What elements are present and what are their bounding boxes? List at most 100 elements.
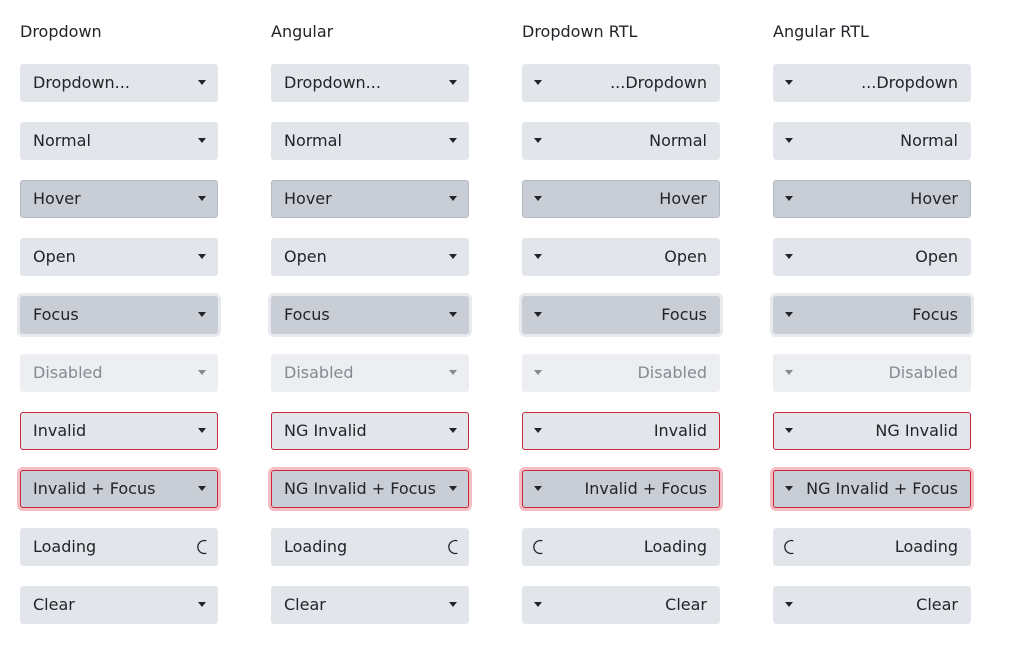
dropdown-normal[interactable]: Loading: [20, 528, 218, 566]
dropdown-label: Invalid + Focus: [584, 479, 707, 498]
dropdown-normal[interactable]: ...Dropdown: [522, 64, 720, 102]
dropdown-normal[interactable]: Clear: [20, 586, 218, 624]
dropdown-normal[interactable]: Open: [271, 238, 469, 276]
dropdown-focus[interactable]: Focus: [20, 296, 218, 334]
dropdown-label: Hover: [659, 189, 707, 208]
dropdown-label: Disabled: [284, 363, 354, 382]
dropdown-label: Normal: [33, 131, 91, 150]
dropdown-label: Focus: [33, 305, 79, 324]
dropdown-hover[interactable]: Hover: [522, 180, 720, 218]
dropdown-disabled: Disabled: [20, 354, 218, 392]
dropdown-normal[interactable]: Open: [20, 238, 218, 276]
dropdown-normal[interactable]: Open: [522, 238, 720, 276]
dropdown-label: NG Invalid: [284, 421, 367, 440]
dropdown-label: Disabled: [33, 363, 103, 382]
caret-down-icon: [782, 297, 796, 333]
caret-down-icon: [446, 297, 460, 333]
dropdown-normal[interactable]: Loading: [271, 528, 469, 566]
spinner-icon: [446, 529, 460, 565]
dropdown-focus[interactable]: Focus: [773, 296, 971, 334]
dropdown-label: Normal: [649, 131, 707, 150]
caret-down-icon: [782, 123, 796, 159]
dropdown-label: Hover: [910, 189, 958, 208]
dropdown-label: ...Dropdown: [610, 73, 707, 92]
dropdown-focus[interactable]: Focus: [271, 296, 469, 334]
caret-down-icon: [531, 297, 545, 333]
dropdown-label: Loading: [284, 537, 348, 556]
column-title: Angular: [271, 22, 334, 41]
dropdown-invalid[interactable]: Invalid: [522, 412, 720, 450]
dropdown-invalid-focus[interactable]: NG Invalid + Focus: [271, 470, 469, 508]
dropdown-label: NG Invalid + Focus: [806, 479, 958, 498]
dropdown-normal[interactable]: Loading: [773, 528, 971, 566]
dropdown-disabled: Disabled: [773, 354, 971, 392]
caret-down-icon: [782, 413, 796, 449]
dropdown-normal[interactable]: Clear: [271, 586, 469, 624]
dropdown-normal[interactable]: Open: [773, 238, 971, 276]
dropdown-normal[interactable]: Normal: [522, 122, 720, 160]
caret-down-icon: [446, 587, 460, 623]
dropdown-invalid[interactable]: Invalid: [20, 412, 218, 450]
dropdown-label: Clear: [284, 595, 326, 614]
caret-down-icon: [531, 471, 545, 507]
dropdown-normal[interactable]: Clear: [773, 586, 971, 624]
caret-down-icon: [782, 587, 796, 623]
dropdown-normal[interactable]: ...Dropdown: [773, 64, 971, 102]
dropdown-label: Hover: [33, 189, 81, 208]
dropdown-label: Loading: [894, 537, 958, 556]
caret-down-icon: [195, 123, 209, 159]
dropdown-invalid[interactable]: NG Invalid: [773, 412, 971, 450]
dropdown-normal[interactable]: Normal: [271, 122, 469, 160]
dropdown-invalid-focus[interactable]: Invalid + Focus: [20, 470, 218, 508]
dropdown-label: Hover: [284, 189, 332, 208]
spinner-icon: [195, 529, 209, 565]
caret-down-icon: [195, 65, 209, 101]
dropdown-invalid[interactable]: NG Invalid: [271, 412, 469, 450]
dropdown-hover[interactable]: Hover: [20, 180, 218, 218]
caret-down-icon: [446, 181, 460, 217]
column-title: Dropdown: [20, 22, 102, 41]
caret-down-icon: [531, 181, 545, 217]
dropdown-label: Clear: [665, 595, 707, 614]
dropdown-normal[interactable]: Normal: [20, 122, 218, 160]
caret-down-icon: [531, 65, 545, 101]
dropdown-focus[interactable]: Focus: [522, 296, 720, 334]
dropdown-label: NG Invalid + Focus: [284, 479, 436, 498]
dropdown-label: Normal: [900, 131, 958, 150]
dropdown-label: Open: [915, 247, 958, 266]
dropdown-normal[interactable]: Dropdown...: [20, 64, 218, 102]
dropdown-label: Disabled: [888, 363, 958, 382]
dropdown-normal[interactable]: Normal: [773, 122, 971, 160]
dropdown-normal[interactable]: Loading: [522, 528, 720, 566]
spinner-icon: [531, 529, 545, 565]
caret-down-icon: [195, 181, 209, 217]
caret-down-icon: [782, 239, 796, 275]
caret-down-icon: [195, 355, 209, 391]
caret-down-icon: [446, 471, 460, 507]
caret-down-icon: [531, 413, 545, 449]
dropdown-label: Invalid: [653, 421, 707, 440]
caret-down-icon: [531, 239, 545, 275]
dropdown-label: NG Invalid: [875, 421, 958, 440]
caret-down-icon: [782, 181, 796, 217]
dropdown-invalid-focus[interactable]: NG Invalid + Focus: [773, 470, 971, 508]
caret-down-icon: [446, 355, 460, 391]
dropdown-hover[interactable]: Hover: [773, 180, 971, 218]
dropdown-normal[interactable]: Clear: [522, 586, 720, 624]
column-title: Dropdown RTL: [522, 22, 638, 41]
dropdown-disabled: Disabled: [271, 354, 469, 392]
caret-down-icon: [195, 471, 209, 507]
spinner-icon: [782, 529, 796, 565]
dropdown-disabled: Disabled: [522, 354, 720, 392]
dropdown-label: Focus: [661, 305, 707, 324]
dropdown-hover[interactable]: Hover: [271, 180, 469, 218]
dropdown-label: Open: [284, 247, 327, 266]
caret-down-icon: [195, 587, 209, 623]
caret-down-icon: [531, 587, 545, 623]
dropdown-label: Dropdown...: [33, 73, 130, 92]
dropdown-label: Normal: [284, 131, 342, 150]
dropdown-normal[interactable]: Dropdown...: [271, 64, 469, 102]
dropdown-invalid-focus[interactable]: Invalid + Focus: [522, 470, 720, 508]
dropdown-label: Clear: [916, 595, 958, 614]
dropdown-label: ...Dropdown: [861, 73, 958, 92]
